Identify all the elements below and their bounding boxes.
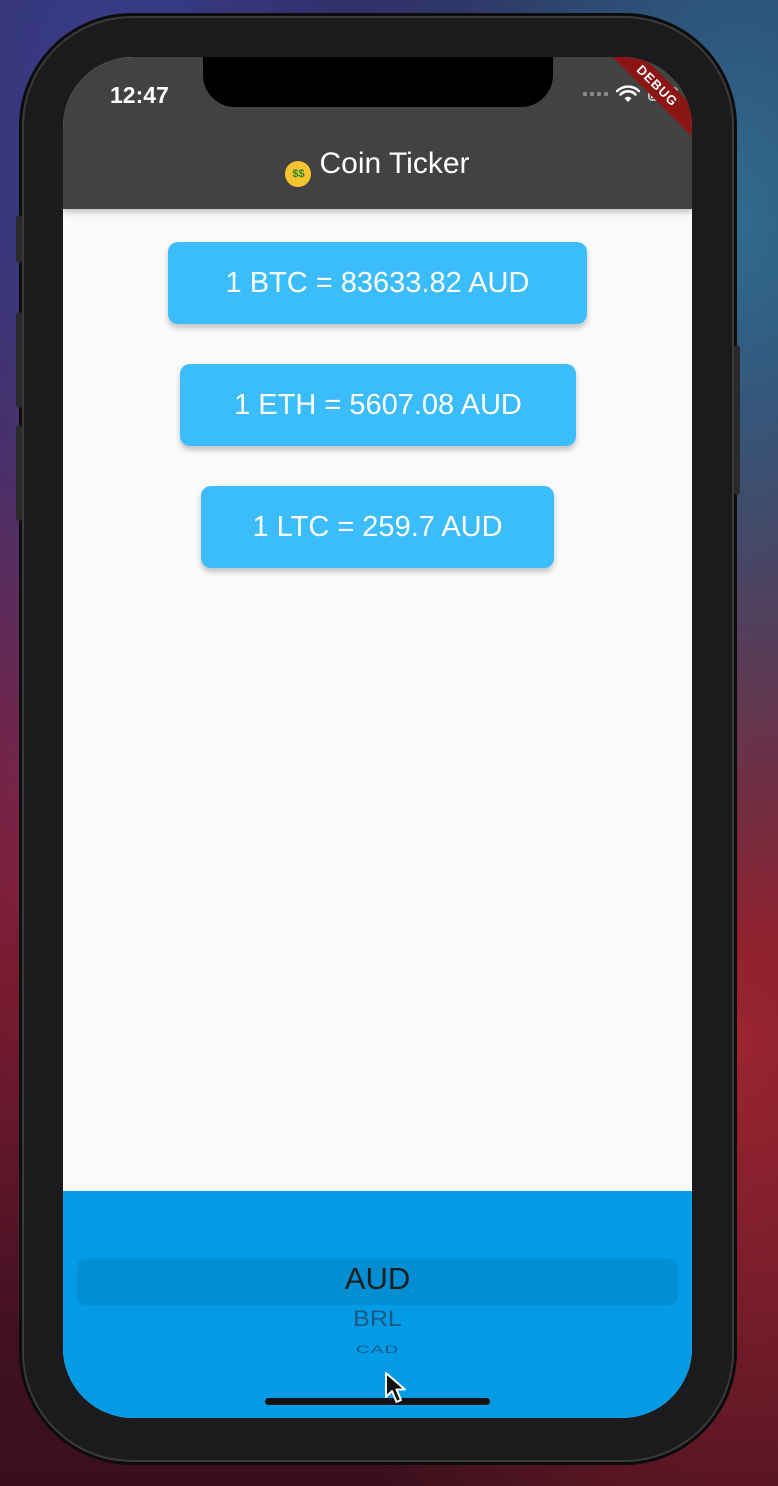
power-button	[734, 345, 740, 495]
phone-screen: 12:47 DEBUG $$ Coin Ticker 1 BTC = 83633.…	[63, 57, 692, 1418]
wifi-icon	[616, 85, 640, 102]
mute-switch	[16, 215, 22, 263]
cellular-signal-icon	[583, 92, 608, 96]
picker-item-cad[interactable]: CAD	[63, 1343, 692, 1356]
app-title: $$ Coin Ticker	[63, 147, 692, 187]
eth-rate-label: 1 ETH = 5607.08 AUD	[234, 388, 522, 421]
ltc-rate-label: 1 LTC = 259.7 AUD	[252, 510, 503, 543]
btc-rate-card[interactable]: 1 BTC = 83633.82 AUD	[168, 242, 587, 324]
status-time: 12:47	[110, 82, 169, 108]
eth-rate-card[interactable]: 1 ETH = 5607.08 AUD	[180, 364, 576, 446]
currency-picker[interactable]: AUD BRL CAD	[63, 1191, 692, 1418]
volume-up-button	[16, 312, 22, 408]
app-title-text: Coin Ticker	[319, 147, 470, 180]
money-mouth-emoji-icon: $$	[285, 161, 312, 187]
mouse-cursor-icon	[385, 1372, 406, 1403]
picker-item-brl[interactable]: BRL	[63, 1306, 692, 1332]
volume-down-button	[16, 425, 22, 521]
btc-rate-label: 1 BTC = 83633.82 AUD	[225, 266, 530, 299]
picker-item-aud[interactable]: AUD	[63, 1261, 692, 1297]
ltc-rate-card[interactable]: 1 LTC = 259.7 AUD	[201, 486, 554, 568]
notch	[203, 57, 553, 107]
app-bar: 12:47 DEBUG $$ Coin Ticker	[63, 57, 692, 209]
home-indicator[interactable]	[265, 1398, 490, 1405]
